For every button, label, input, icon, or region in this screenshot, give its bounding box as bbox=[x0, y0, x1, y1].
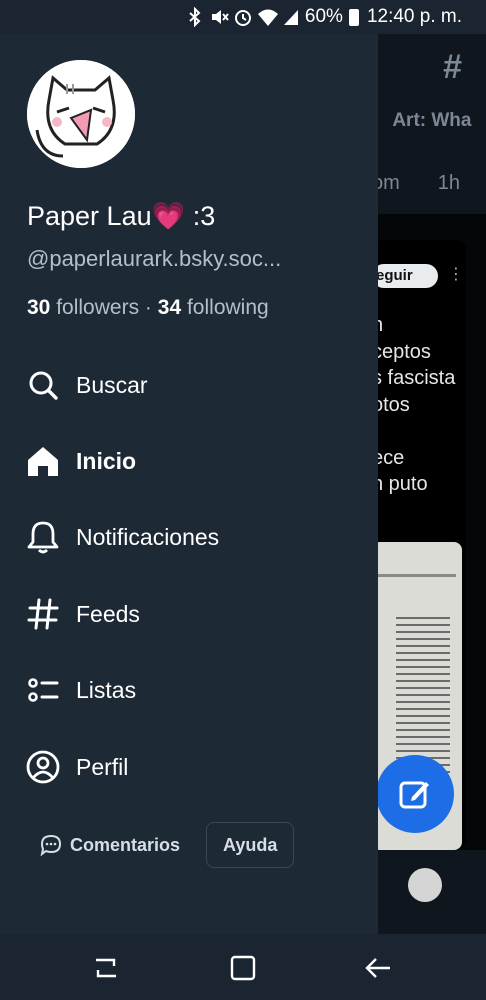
nav-item-label: Perfil bbox=[76, 753, 129, 780]
followers-label[interactable]: followers bbox=[56, 296, 139, 319]
followers-count[interactable]: 30 bbox=[27, 296, 50, 319]
compose-icon bbox=[399, 781, 429, 809]
feeds-hash-icon[interactable]: # bbox=[443, 48, 462, 87]
following-count[interactable]: 34 bbox=[158, 296, 181, 319]
nav-item-label: Buscar bbox=[76, 371, 148, 398]
more-options-icon[interactable]: ⋮ bbox=[448, 264, 464, 284]
follow-stats: 30 followers · 34 following bbox=[27, 296, 269, 320]
post-time: 1h bbox=[437, 172, 461, 194]
drawer-footer: Comentarios Ayuda bbox=[40, 822, 295, 868]
back-button[interactable] bbox=[364, 954, 392, 982]
user-circle-icon bbox=[26, 750, 60, 784]
screen: 60% 12:40 p. m. # )Art: Wha om1h eguir ⋮… bbox=[0, 0, 486, 1000]
nav-item-perfil[interactable]: Perfil bbox=[26, 742, 128, 792]
post-meta: om 1h bbox=[372, 172, 460, 195]
home-square-icon bbox=[230, 955, 256, 981]
mute-icon bbox=[209, 7, 229, 27]
chat-bubble-icon bbox=[40, 834, 62, 856]
system-nav-bar bbox=[0, 934, 486, 1000]
post-text: n ceptos s fascista otos ece n puto bbox=[372, 314, 456, 495]
list-icon bbox=[26, 673, 60, 707]
following-label[interactable]: following bbox=[187, 296, 269, 319]
feed-bottom-bar bbox=[372, 850, 486, 934]
home-icon bbox=[26, 444, 60, 478]
nav-item-label: Notificaciones bbox=[76, 523, 220, 550]
newspaper-header-line bbox=[376, 574, 456, 577]
battery-percent: 60% bbox=[304, 6, 343, 27]
battery-icon bbox=[348, 8, 359, 26]
nav-item-notificaciones[interactable]: Notificaciones bbox=[26, 512, 219, 562]
hash-icon bbox=[26, 597, 60, 631]
search-icon bbox=[26, 368, 60, 402]
user-handle: @paperlaurark.bsky.soc... bbox=[27, 246, 282, 271]
feed-tab-art[interactable]: Art: Wha bbox=[392, 110, 471, 131]
nav-item-feeds[interactable]: Feeds bbox=[26, 589, 140, 639]
status-bar: 60% 12:40 p. m. bbox=[0, 0, 486, 34]
comments-link[interactable]: Comentarios bbox=[40, 834, 180, 856]
recent-apps-icon bbox=[96, 958, 116, 978]
nav-item-label: Listas bbox=[76, 676, 137, 703]
bell-icon bbox=[26, 520, 60, 554]
profile-tab-avatar[interactable] bbox=[408, 868, 442, 902]
clock: 12:40 p. m. bbox=[366, 6, 462, 27]
nav-item-listas[interactable]: Listas bbox=[26, 665, 136, 715]
nav-drawer: Paper Lau💗 :3 @paperlaurark.bsky.soc... … bbox=[0, 34, 378, 934]
back-arrow-icon bbox=[365, 958, 390, 978]
help-button[interactable]: Ayuda bbox=[206, 822, 295, 868]
stats-separator: · bbox=[144, 296, 152, 319]
home-system-button[interactable] bbox=[229, 954, 257, 982]
nav-item-label: Feeds bbox=[76, 600, 140, 627]
display-name[interactable]: Paper Lau💗 :3 bbox=[27, 200, 215, 232]
wifi-icon bbox=[257, 7, 278, 27]
nav-item-label: Inicio bbox=[76, 447, 137, 474]
bluetooth-icon bbox=[185, 6, 205, 28]
recent-apps-button[interactable] bbox=[92, 954, 120, 982]
nav-item-inicio[interactable]: Inicio bbox=[26, 436, 136, 486]
comments-label: Comentarios bbox=[70, 834, 181, 855]
alarm-icon bbox=[233, 7, 253, 27]
avatar[interactable] bbox=[27, 60, 135, 168]
signal-icon bbox=[281, 7, 301, 27]
nav-item-buscar[interactable]: Buscar bbox=[26, 360, 148, 410]
follow-button[interactable]: eguir bbox=[372, 264, 438, 288]
compose-button[interactable] bbox=[376, 755, 454, 833]
